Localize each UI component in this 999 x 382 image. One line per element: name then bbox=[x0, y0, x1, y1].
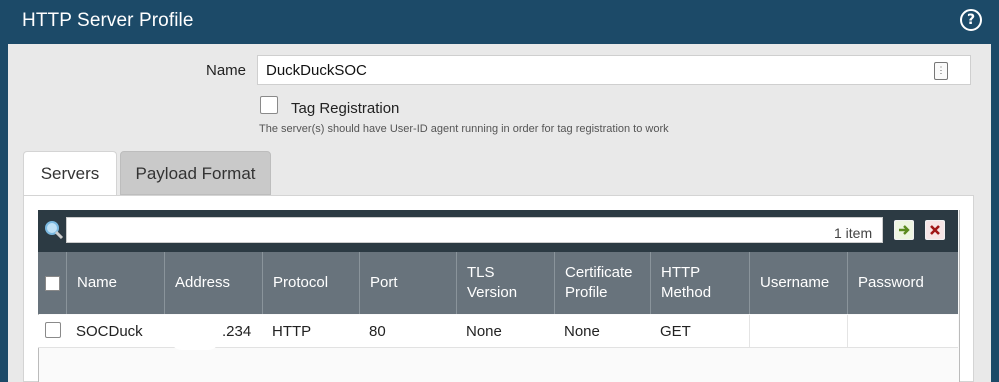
column-header-password[interactable]: Password bbox=[847, 252, 958, 314]
tag-registration-label: Tag Registration bbox=[291, 100, 400, 117]
cell-tls-version: None bbox=[466, 323, 502, 340]
column-header-http-method[interactable]: HTTP Method bbox=[650, 252, 749, 314]
tag-registration-checkbox[interactable] bbox=[260, 96, 278, 114]
tab-payload-format[interactable]: Payload Format bbox=[120, 151, 271, 195]
apply-filter-button[interactable] bbox=[894, 220, 914, 240]
column-divider bbox=[847, 315, 848, 347]
cell-certificate-profile: None bbox=[564, 323, 600, 340]
cell-name[interactable]: SOCDuck bbox=[76, 323, 143, 340]
select-all-checkbox[interactable] bbox=[45, 275, 60, 291]
name-field[interactable]: DuckDuckSOC ⋮ bbox=[257, 55, 971, 85]
dialog-title: HTTP Server Profile bbox=[22, 10, 194, 31]
row-checkbox[interactable] bbox=[45, 322, 61, 338]
cell-http-method: GET bbox=[660, 323, 691, 340]
redaction bbox=[170, 320, 220, 350]
cell-address: .234 bbox=[222, 323, 252, 340]
column-header-name[interactable]: Name bbox=[66, 252, 164, 314]
name-label: Name bbox=[206, 62, 247, 79]
clear-filter-button[interactable] bbox=[925, 220, 945, 240]
tag-registration-hint: The server(s) should have User-ID agent … bbox=[259, 123, 669, 135]
help-icon[interactable]: ? bbox=[960, 9, 982, 31]
name-field-value: DuckDuckSOC bbox=[266, 62, 367, 79]
column-header-address[interactable]: Address bbox=[164, 252, 262, 314]
arrow-right-icon bbox=[895, 221, 913, 239]
field-menu-icon[interactable]: ⋮ bbox=[934, 62, 948, 80]
column-header-username[interactable]: Username bbox=[749, 252, 847, 314]
search-icon bbox=[45, 221, 64, 240]
tab-servers[interactable]: Servers bbox=[23, 151, 117, 197]
column-header-tls-version[interactable]: TLS Version bbox=[456, 252, 536, 314]
cell-port: 80 bbox=[369, 323, 386, 340]
cell-protocol: HTTP bbox=[272, 323, 312, 340]
item-count: 1 item bbox=[834, 225, 873, 241]
dialog-titlebar: HTTP Server Profile ? bbox=[0, 0, 999, 44]
search-input[interactable] bbox=[66, 217, 883, 243]
close-icon bbox=[926, 221, 944, 239]
column-divider bbox=[749, 315, 750, 347]
column-header-certificate-profile[interactable]: Certificate Profile bbox=[554, 252, 650, 314]
column-header-protocol[interactable]: Protocol bbox=[262, 252, 359, 314]
select-all-cell bbox=[38, 252, 66, 314]
column-header-port[interactable]: Port bbox=[359, 252, 456, 314]
